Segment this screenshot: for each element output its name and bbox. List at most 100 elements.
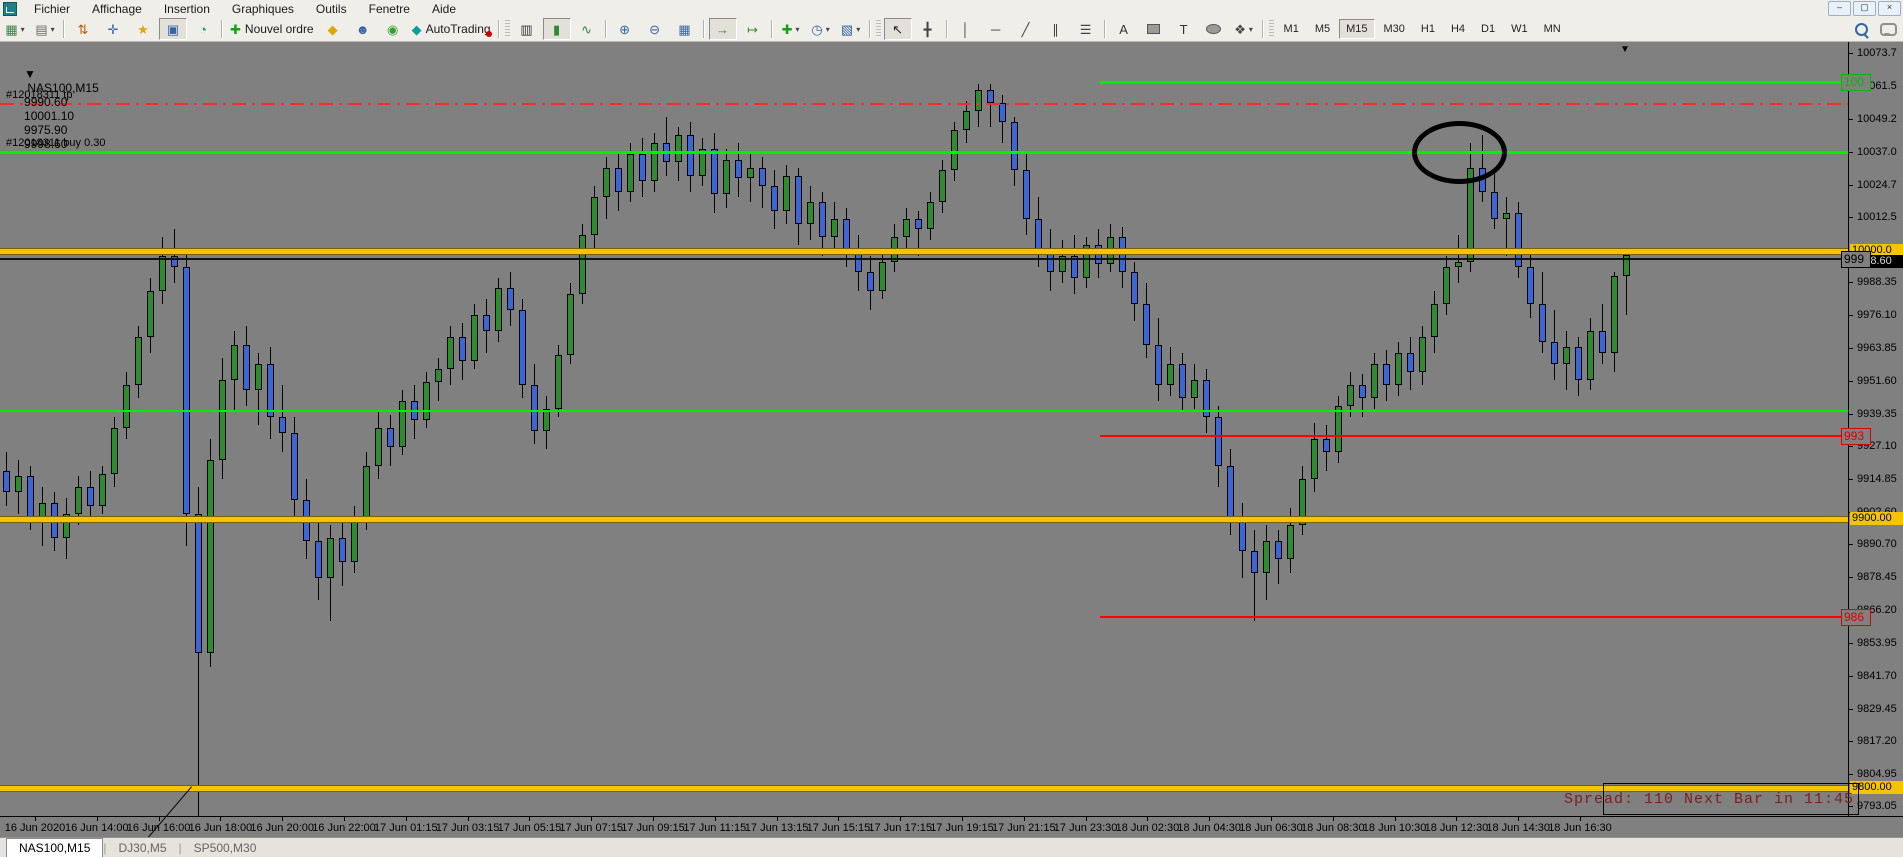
menu-fichier[interactable]: Fichier bbox=[23, 1, 81, 17]
crosshair-button[interactable]: ╋ bbox=[914, 18, 942, 40]
menu-graphiques[interactable]: Graphiques bbox=[221, 1, 305, 17]
bid-line[interactable] bbox=[0, 257, 1848, 260]
candlestick-chart-button[interactable]: ▮ bbox=[542, 18, 571, 40]
price-label: 9829.45 bbox=[1857, 702, 1897, 715]
autotrading-button[interactable]: ◆ AutoTrading bbox=[409, 18, 494, 40]
price-label: 9976.10 bbox=[1857, 308, 1897, 321]
data-window-button[interactable]: ✛ bbox=[99, 18, 127, 40]
support-line-9940[interactable] bbox=[0, 409, 1848, 412]
text-label-button-icon: T bbox=[1179, 21, 1188, 37]
candle-body bbox=[735, 159, 742, 179]
minimize-button[interactable]: – bbox=[1828, 1, 1851, 16]
search-icon[interactable] bbox=[1855, 22, 1868, 36]
candle-body bbox=[1023, 170, 1030, 219]
time-tick bbox=[1456, 817, 1458, 821]
close-button[interactable]: × bbox=[1878, 1, 1901, 16]
round-level-9900[interactable] bbox=[0, 516, 1848, 524]
timeframe-mn[interactable]: MN bbox=[1537, 19, 1568, 39]
order-tp-line[interactable] bbox=[0, 102, 1848, 105]
vertical-line-button[interactable]: │ bbox=[952, 18, 980, 40]
fibonacci-button[interactable]: ☰ bbox=[1072, 18, 1100, 40]
market-watch-button[interactable]: ⇅ bbox=[69, 18, 97, 40]
indicators-button[interactable]: ✚ ▾ bbox=[777, 18, 805, 40]
chart-collapse-icon[interactable]: ▼ bbox=[24, 67, 36, 81]
round-level-10000[interactable] bbox=[0, 247, 1848, 255]
timeframe-w1[interactable]: W1 bbox=[1504, 19, 1535, 39]
chart-shift-button[interactable]: ↦ bbox=[739, 18, 767, 40]
menu-aide[interactable]: Aide bbox=[421, 1, 467, 17]
price-label: 9793.05 bbox=[1857, 800, 1897, 813]
community-chat-icon[interactable] bbox=[1880, 22, 1897, 36]
time-tick bbox=[1518, 817, 1520, 821]
news-button[interactable]: ◉ bbox=[379, 18, 407, 40]
order-buy-line[interactable] bbox=[0, 150, 1848, 154]
timeframe-h4[interactable]: H4 bbox=[1444, 19, 1472, 39]
candle-body bbox=[1383, 363, 1390, 385]
community-button[interactable]: ☻ bbox=[349, 18, 377, 40]
timeframe-d1[interactable]: D1 bbox=[1474, 19, 1502, 39]
menu-outils[interactable]: Outils bbox=[305, 1, 358, 17]
cursor-button[interactable]: ↖ bbox=[883, 18, 912, 40]
menu-insertion[interactable]: Insertion bbox=[153, 1, 221, 17]
text-button[interactable]: A bbox=[1110, 18, 1138, 40]
candle-body bbox=[711, 148, 718, 195]
timeframe-m15[interactable]: M15 bbox=[1339, 19, 1375, 39]
new-order-button[interactable]: ✚ Nouvel ordre bbox=[227, 18, 317, 40]
menu-bar: Fichier Affichage Insertion Graphiques Outil… bbox=[23, 1, 467, 17]
rectangle-button[interactable] bbox=[1140, 18, 1168, 40]
strategy-tester-button[interactable]: ◔ bbox=[189, 18, 217, 40]
timeframe-m30[interactable]: M30 bbox=[1377, 19, 1412, 39]
candle-body bbox=[147, 291, 154, 337]
indicators-button-dropdown-icon[interactable]: ▾ bbox=[795, 25, 799, 34]
metaeditor-button[interactable]: ◆ bbox=[319, 18, 347, 40]
text-label-button[interactable]: T bbox=[1170, 18, 1198, 40]
time-tick bbox=[1580, 817, 1581, 821]
terminal-button[interactable]: ▣ bbox=[159, 18, 187, 40]
candle-body bbox=[1251, 551, 1258, 573]
tile-windows-button[interactable]: ▦ bbox=[671, 18, 699, 40]
tab-sp500-m30[interactable]: SP500,M30 bbox=[182, 839, 269, 857]
time-label: 16 Jun 14:00 bbox=[64, 822, 129, 834]
bar-chart-button[interactable]: ▥ bbox=[513, 18, 541, 40]
candle-body bbox=[1443, 266, 1450, 305]
resistance-line-upper[interactable] bbox=[1100, 80, 1848, 84]
strategy-tester-button-icon: ◔ bbox=[199, 21, 207, 37]
new-chart-button-dropdown-icon[interactable]: ▾ bbox=[21, 25, 25, 34]
periods-button[interactable]: ◷ ▾ bbox=[807, 18, 835, 40]
trendline-button[interactable]: ╱ bbox=[1012, 18, 1040, 40]
horizontal-line-button[interactable]: ─ bbox=[982, 18, 1010, 40]
tab-nas100-m15[interactable]: NAS100,M15 bbox=[6, 838, 104, 857]
periods-button-dropdown-icon[interactable]: ▾ bbox=[826, 25, 830, 34]
channel-button[interactable]: ∥ bbox=[1042, 18, 1070, 40]
red-line-9931[interactable] bbox=[1100, 435, 1848, 437]
price-tick bbox=[1849, 708, 1853, 710]
new-chart-button[interactable]: ▦ ▾ bbox=[1, 18, 29, 40]
tab-dj30-m5[interactable]: DJ30,M5 bbox=[107, 839, 179, 857]
navigator-button[interactable]: ★ bbox=[129, 18, 157, 40]
timeframe-m5[interactable]: M5 bbox=[1308, 19, 1337, 39]
candlestick-chart-button-icon: ▮ bbox=[552, 21, 561, 37]
ellipse-button[interactable] bbox=[1200, 18, 1228, 40]
time-label: 18 Jun 06:30 bbox=[1239, 822, 1303, 834]
arrows-button-dropdown-icon[interactable]: ▾ bbox=[1249, 25, 1253, 34]
red-line-9863[interactable] bbox=[1100, 616, 1848, 619]
candle-body bbox=[27, 476, 34, 520]
price-axis[interactable]: 100 999 993 986 10073.7 10061.5 10049.2 10037.0… bbox=[1841, 41, 1903, 816]
templates-button[interactable]: ▧ ▾ bbox=[837, 18, 865, 40]
zoom-in-button[interactable]: ⊕ bbox=[611, 18, 639, 40]
zoom-out-button[interactable]: ⊖ bbox=[641, 18, 669, 40]
profiles-button-dropdown-icon[interactable]: ▾ bbox=[51, 25, 55, 34]
menu-affichage[interactable]: Affichage bbox=[81, 1, 153, 17]
chart-shift-marker-icon[interactable]: ▼ bbox=[1620, 44, 1630, 55]
chart-canvas[interactable]: #12018311 tp #12018311 buy 0.30 bbox=[0, 41, 1848, 816]
line-chart-button[interactable]: ∿ bbox=[573, 18, 601, 40]
time-axis[interactable]: 16 Jun 2020 16 Jun 14:00 16 Jun 16:00 16 Ju… bbox=[0, 816, 1903, 838]
arrows-button[interactable]: ❖ ▾ bbox=[1230, 18, 1258, 40]
templates-button-dropdown-icon[interactable]: ▾ bbox=[856, 25, 860, 34]
auto-scroll-button[interactable]: → bbox=[708, 18, 737, 40]
restore-button[interactable]: ▢ bbox=[1853, 1, 1876, 16]
timeframe-h1[interactable]: H1 bbox=[1414, 19, 1442, 39]
menu-fenetre[interactable]: Fenetre bbox=[358, 1, 421, 17]
profiles-button[interactable]: ▤ ▾ bbox=[31, 18, 59, 40]
timeframe-m1[interactable]: M1 bbox=[1277, 19, 1306, 39]
